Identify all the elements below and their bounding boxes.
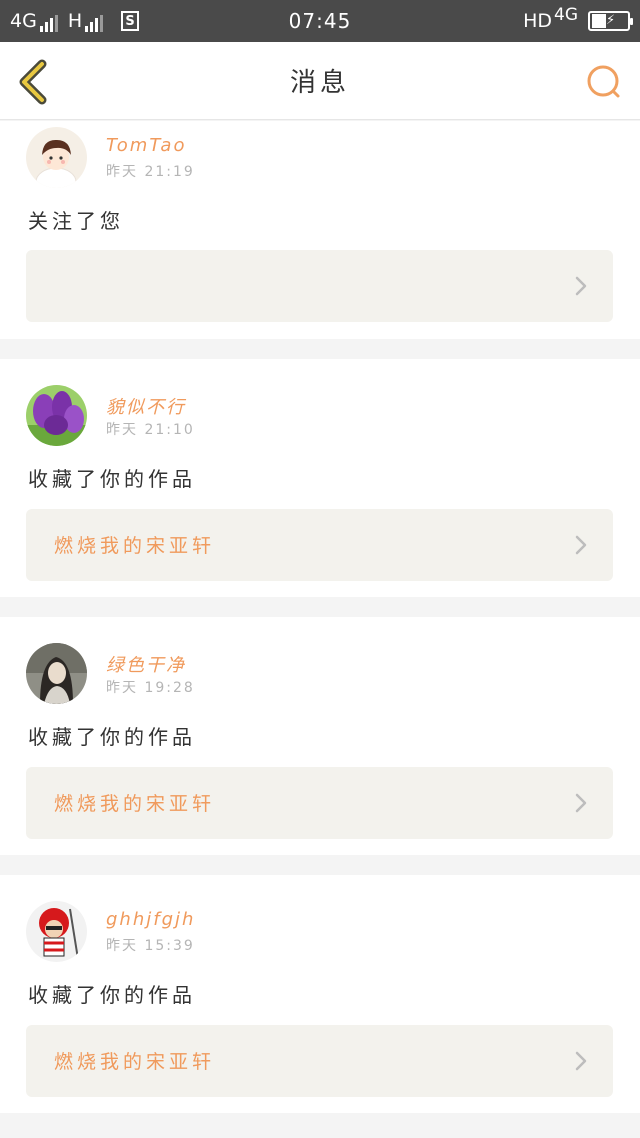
status-bar-left: 4G H S bbox=[10, 10, 140, 32]
back-button[interactable] bbox=[14, 58, 54, 106]
user-name[interactable]: 绿色干净 bbox=[106, 651, 186, 677]
network-indicator-2: H bbox=[67, 10, 104, 32]
purple-tulips-avatar bbox=[26, 385, 87, 446]
timestamp: 昨天 21:19 bbox=[106, 164, 195, 180]
user-name[interactable]: ghhjfgjh bbox=[106, 909, 195, 930]
nav-bar: 消息 bbox=[0, 42, 640, 120]
avatar[interactable] bbox=[26, 643, 87, 704]
avatar[interactable] bbox=[26, 385, 87, 446]
action-text: 关注了您 bbox=[28, 209, 124, 233]
cartoon-boy-avatar bbox=[26, 127, 87, 188]
network-label-1: 4G bbox=[10, 10, 37, 32]
avatar[interactable] bbox=[26, 901, 87, 962]
sim-icon: S bbox=[121, 11, 140, 31]
chevron-right-icon bbox=[575, 1051, 587, 1071]
signal-icon bbox=[85, 15, 104, 32]
red-hat-figure-avatar bbox=[26, 901, 87, 962]
user-name[interactable]: TomTao bbox=[106, 135, 186, 156]
message-list: TomTao 昨天 21:19 关注了您 貌似不行 昨天 21:10 收藏了你的… bbox=[0, 121, 640, 1113]
chevron-right-icon bbox=[575, 276, 587, 296]
list-item: 绿色干净 昨天 19:28 收藏了你的作品 燃烧我的宋亚轩 bbox=[0, 617, 640, 855]
network-label-right: 4G bbox=[554, 5, 578, 25]
hd-label: HD bbox=[523, 10, 552, 32]
user-name[interactable]: 貌似不行 bbox=[106, 393, 186, 419]
timestamp: 昨天 19:28 bbox=[106, 680, 195, 696]
work-title: 燃烧我的宋亚轩 bbox=[54, 1051, 216, 1073]
page-title: 消息 bbox=[289, 68, 350, 98]
timestamp: 昨天 21:10 bbox=[106, 422, 195, 438]
network-indicator-1: 4G bbox=[10, 10, 58, 32]
work-link[interactable]: 燃烧我的宋亚轩 bbox=[26, 767, 613, 839]
action-text: 收藏了你的作品 bbox=[28, 725, 196, 749]
chevron-right-icon bbox=[575, 793, 587, 813]
signal-icon bbox=[39, 15, 58, 32]
list-item: TomTao 昨天 21:19 关注了您 bbox=[0, 121, 640, 339]
work-link[interactable]: 燃烧我的宋亚轩 bbox=[26, 509, 613, 581]
network-label-2: H bbox=[67, 10, 83, 32]
timestamp: 昨天 15:39 bbox=[106, 938, 195, 954]
status-bar: 4G H S 07:45 HD 4G ⚡ bbox=[0, 0, 640, 42]
divider bbox=[0, 597, 640, 617]
list-item: ghhjfgjh 昨天 15:39 收藏了你的作品 燃烧我的宋亚轩 bbox=[0, 875, 640, 1113]
work-link[interactable]: 燃烧我的宋亚轩 bbox=[26, 1025, 613, 1097]
status-bar-right: HD 4G ⚡ bbox=[523, 5, 633, 32]
action-text: 收藏了你的作品 bbox=[28, 467, 196, 491]
action-text: 收藏了你的作品 bbox=[28, 983, 196, 1007]
work-link[interactable] bbox=[26, 250, 613, 322]
search-icon bbox=[587, 65, 620, 98]
divider bbox=[0, 855, 640, 875]
avatar[interactable] bbox=[26, 127, 87, 188]
work-title: 燃烧我的宋亚轩 bbox=[54, 793, 216, 815]
search-button[interactable] bbox=[584, 62, 624, 102]
list-item: 貌似不行 昨天 21:10 收藏了你的作品 燃烧我的宋亚轩 bbox=[0, 359, 640, 597]
girl-photo-avatar bbox=[26, 643, 87, 704]
divider bbox=[0, 339, 640, 359]
chevron-left-icon bbox=[19, 59, 47, 105]
battery-icon: ⚡ bbox=[588, 11, 633, 31]
work-title: 燃烧我的宋亚轩 bbox=[54, 535, 216, 557]
chevron-right-icon bbox=[575, 535, 587, 555]
